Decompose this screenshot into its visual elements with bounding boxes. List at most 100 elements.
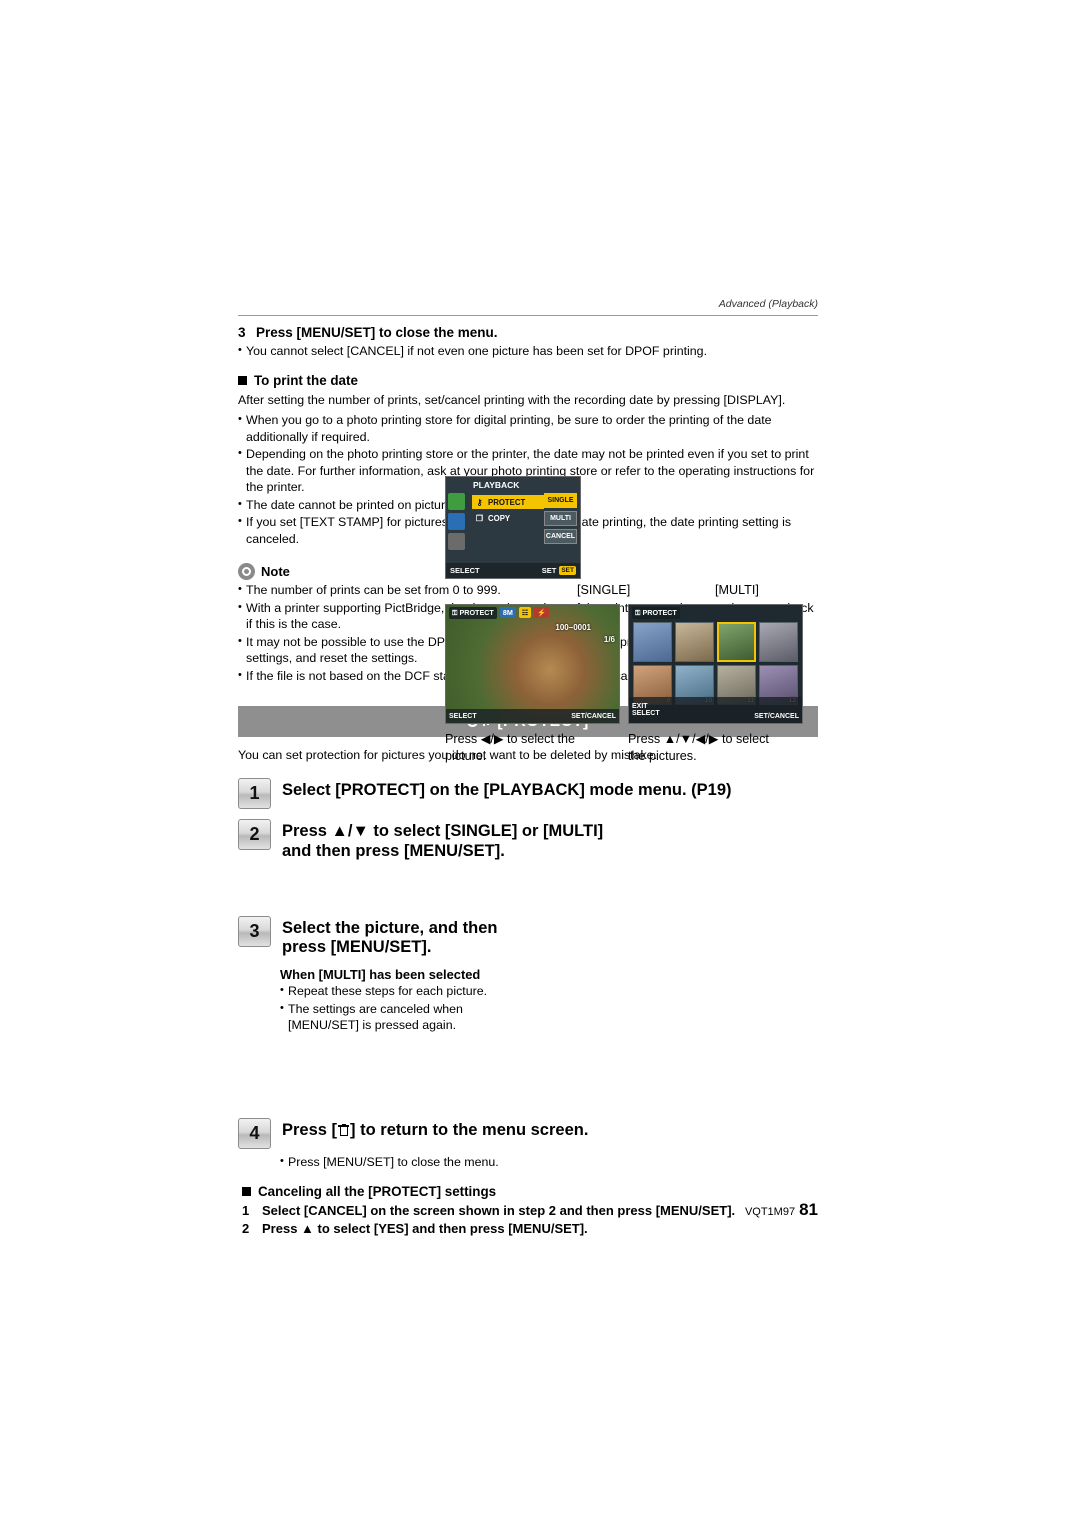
aspect-chip: ☷	[518, 607, 532, 618]
thumbnail-2[interactable]	[675, 622, 714, 662]
cancel-step-2-text: Press ▲ to select [YES] and then press […	[262, 1221, 588, 1237]
playback-menu-screenshot: PLAYBACK ⚷ PROTECT ❐ COPY SINGLE MULTI C…	[445, 476, 581, 579]
menu-footer-set: SET SET	[542, 566, 576, 575]
playback-mode-icon	[448, 513, 465, 530]
page-number: 81	[799, 1200, 818, 1219]
label-single: [SINGLE]	[577, 583, 631, 597]
bullet-dot: •	[238, 583, 242, 596]
bullet-text: Press [MENU/SET] to close the menu.	[288, 1154, 499, 1169]
menu-item-copy[interactable]: ❐ COPY	[472, 511, 544, 525]
single-topbar: ⚿ PROTECT 8M ☷ ⚡	[446, 605, 619, 620]
option-cancel[interactable]: CANCEL	[544, 529, 577, 544]
thumbnail-grid: 9 10 11 12	[633, 622, 798, 705]
bullet-dot: •	[280, 984, 284, 997]
single-footer-select: SELECT	[449, 712, 477, 720]
battery-chip: ⚡	[534, 607, 550, 618]
option-single[interactable]: SINGLE	[544, 493, 577, 508]
single-footer-setcancel: SET/CANCEL	[571, 712, 616, 720]
menu-item-protect-label: PROTECT	[488, 497, 526, 507]
single-mode-screenshot: ⚿ PROTECT 8M ☷ ⚡ 100–0001 1/6 SELECT SET…	[445, 604, 620, 724]
step-2-title: Press ▲/▼ to select [SINGLE] or [MULTI] …	[282, 821, 604, 860]
multi-footer-select: SELECT	[632, 710, 660, 717]
step-1-number: 1	[238, 777, 271, 809]
print-date-heading: To print the date	[238, 373, 818, 388]
multi-footer-setcancel: SET/CANCEL	[754, 713, 799, 720]
cancel-step-2: 2 Press ▲ to select [YES] and then press…	[242, 1221, 818, 1236]
bullet-text: You cannot select [CANCEL] if not even o…	[246, 344, 708, 358]
menu-left-icons	[448, 493, 468, 553]
cancel-heading: Canceling all the [PROTECT] settings	[242, 1184, 818, 1199]
header-divider	[238, 315, 818, 316]
print-date-intro: After setting the number of prints, set/…	[238, 392, 786, 407]
print-date-heading-text: To print the date	[254, 372, 358, 388]
set-badge-icon: SET	[559, 566, 576, 575]
page-header: Advanced (Playback)	[238, 298, 818, 316]
menu-title: PLAYBACK	[473, 480, 520, 490]
cancel-step-2-number: 2	[242, 1221, 250, 1237]
bullet-dot: •	[238, 668, 242, 681]
section-label: Advanced (Playback)	[718, 298, 818, 310]
bullet-dot: •	[238, 344, 242, 356]
file-number: 100–0001	[555, 623, 591, 632]
bullet-dot: •	[238, 413, 242, 426]
key-small-icon: ⚷	[476, 497, 483, 507]
step-3-sub-bullet-1: • Repeat these steps for each picture.	[280, 983, 530, 1000]
thumbnail-3[interactable]	[717, 622, 756, 662]
protect-chip: ⚿ PROTECT	[449, 606, 497, 619]
single-botbar: SELECT SET/CANCEL	[446, 709, 619, 723]
menu-items: ⚷ PROTECT ❐ COPY	[472, 495, 544, 527]
note-title: Note	[261, 564, 290, 580]
note-icon	[238, 563, 255, 581]
menu-item-copy-label: COPY	[488, 513, 511, 523]
print-date-bullet-1: • When you go to a photo printing store …	[238, 412, 818, 445]
multi-footer-exit: EXIT	[632, 703, 648, 710]
step-3-title: Select the picture, and then press [MENU…	[282, 918, 498, 957]
step-3-sub-bullet-2: • The settings are canceled when [MENU/S…	[280, 1001, 530, 1034]
single-caption: Press ◀/▶ to select the picture.	[445, 732, 575, 763]
step-1-title: Select [PROTECT] on the [PLAYBACK] mode …	[282, 780, 732, 799]
manual-page: Advanced (Playback) 3 Press [MENU/SET] t…	[0, 0, 1080, 1528]
bullet-dot: •	[238, 600, 242, 613]
protect-step-2: 2 Press ▲/▼ to select [SINGLE] or [MULTI…	[238, 818, 818, 862]
menu-item-protect[interactable]: ⚷ PROTECT	[472, 495, 544, 509]
copy-small-icon: ❐	[475, 513, 484, 523]
menu-footer-select: SELECT	[450, 566, 480, 575]
protect-chip: ⚿ PROTECT	[632, 606, 680, 619]
step-4-number: 4	[238, 1117, 271, 1149]
step-2-number: 2	[238, 818, 271, 850]
setup-mode-icon	[448, 533, 465, 550]
menu-footer-set-label: SET	[541, 566, 557, 575]
bullet-dot: •	[280, 1154, 284, 1167]
option-multi[interactable]: MULTI	[544, 511, 577, 526]
step-3-title: Press [MENU/SET] to close the menu.	[256, 325, 498, 340]
protect-step-3: 3 Select the picture, and then press [ME…	[238, 915, 818, 959]
multi-caption: Press ▲/▼/◀/▶ to select the pictures.	[628, 732, 769, 763]
rec-mode-icon	[448, 493, 465, 510]
thumbnail-1[interactable]	[633, 622, 672, 662]
bullet-text: The settings are canceled when [MENU/SET…	[288, 1001, 463, 1033]
step-3-number: 3	[238, 325, 246, 340]
picture-counter: 1/6	[603, 635, 615, 644]
square-bullet-icon	[242, 1187, 251, 1197]
thumbnail-4[interactable]	[759, 622, 798, 662]
menu-options: SINGLE MULTI CANCEL	[544, 493, 577, 547]
protect-step-4: 4 Press [] to return to the menu screen.	[238, 1117, 818, 1149]
multi-topbar: ⚿ PROTECT	[629, 605, 802, 620]
bullet-text: Repeat these steps for each picture.	[288, 984, 488, 999]
menu-footer: SELECT SET SET	[446, 563, 580, 578]
page-footer: VQT1M97 81	[238, 1200, 818, 1220]
step-3-top: 3 Press [MENU/SET] to close the menu.	[238, 325, 818, 340]
bullet-dot: •	[238, 447, 242, 460]
trash-icon	[338, 1123, 350, 1136]
bullet-dot: •	[280, 1001, 284, 1014]
protect-step-1: 1 Select [PROTECT] on the [PLAYBACK] mod…	[238, 777, 818, 809]
bullet-text: When you go to a photo printing store fo…	[246, 413, 772, 444]
protect-chip-label: PROTECT	[459, 608, 494, 617]
step-3-number: 3	[238, 915, 271, 947]
square-bullet-icon	[238, 375, 247, 385]
step-4-title: Press [] to return to the menu screen.	[282, 1120, 589, 1139]
bullet-dot: •	[238, 497, 242, 510]
page-content: Advanced (Playback) 3 Press [MENU/SET] t…	[238, 298, 818, 1236]
label-multi: [MULTI]	[715, 583, 759, 597]
bullet-dot: •	[238, 634, 242, 647]
